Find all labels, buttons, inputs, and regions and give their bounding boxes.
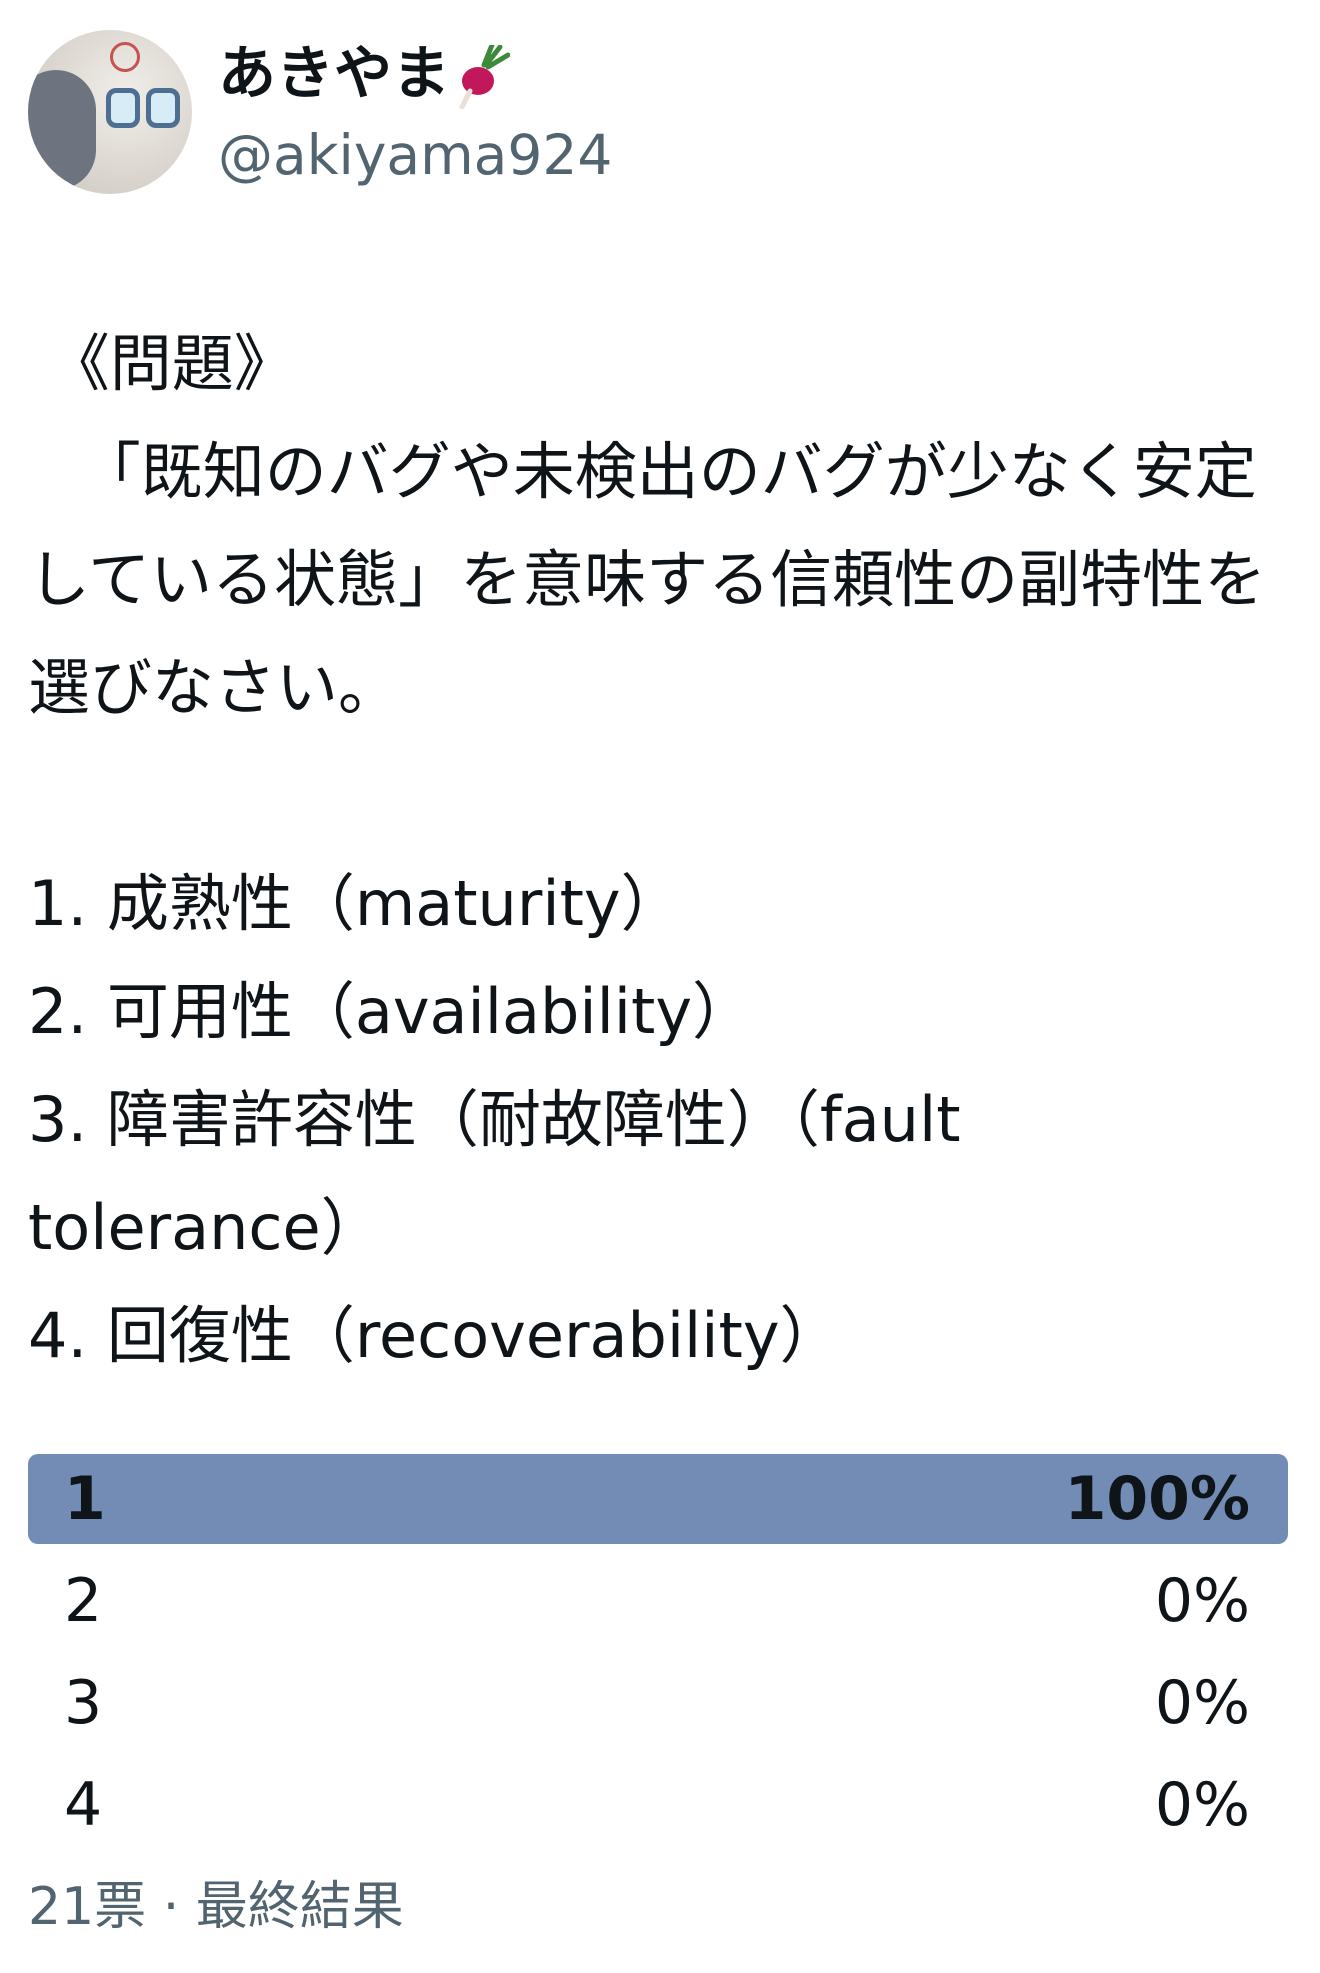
poll: 1 100% 2 0% 3 0% 4 0% [28,1448,1288,1856]
poll-option-4: 4 0% [28,1754,1288,1856]
avatar-glasses-icon [106,88,182,130]
display-name-text: あきやま [218,39,451,107]
poll-option-label: 1 [64,1464,106,1534]
poll-option-3: 3 0% [28,1652,1288,1754]
poll-option-2: 2 0% [28,1550,1288,1652]
poll-option-percent: 0% [1154,1668,1250,1738]
author-display-name[interactable]: あきやま [218,38,511,109]
poll-option-percent: 100% [1064,1464,1250,1534]
poll-option-1: 1 100% [28,1448,1288,1550]
author-handle[interactable]: @akiyama924 [218,122,612,188]
radish-icon [459,44,511,109]
avatar[interactable] [28,30,192,194]
poll-option-label: 3 [64,1668,103,1738]
poll-option-percent: 0% [1154,1770,1250,1840]
poll-option-label: 2 [64,1566,103,1636]
poll-option-percent: 0% [1154,1566,1250,1636]
tweet-header: あきやま @akiyama924 [28,30,1288,200]
tweet-text: 《問題》 「既知のバグや未検出のバグが少なく安定している状態」を意味する信頼性の… [28,327,1267,1372]
poll-meta: 21票 · 最終結果 [28,1877,404,1937]
poll-option-label: 4 [64,1770,103,1840]
avatar-figure-icon [28,70,96,190]
avatar-stamp-icon [110,42,140,72]
